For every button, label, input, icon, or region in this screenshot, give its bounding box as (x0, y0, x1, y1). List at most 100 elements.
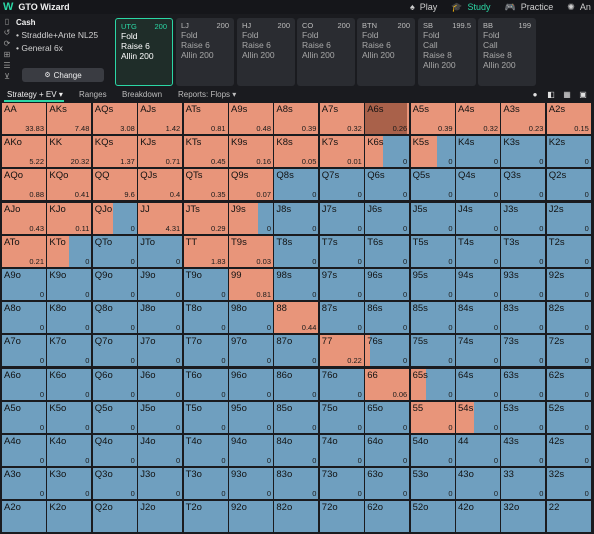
hand-cell-a4s[interactable]: A4s 0.32 (456, 103, 500, 134)
hand-cell-q2o[interactable]: Q2o (92, 501, 137, 533)
hand-cell-k5o[interactable]: K5o 0 (47, 401, 92, 433)
hand-cell-j3o[interactable]: J3o 0 (138, 468, 183, 500)
hand-cell-t2o[interactable]: T2o (183, 501, 228, 533)
hand-cell-a4o[interactable]: A4o 0 (2, 435, 46, 466)
hand-cell-q8s[interactable]: Q8s 0 (274, 169, 319, 201)
hand-cell-t3s[interactable]: T3s 0 (501, 235, 546, 267)
hand-cell-53o[interactable]: 53o 0 (410, 468, 455, 500)
hand-cell-93s[interactable]: 93s 0 (501, 269, 546, 300)
nav-practice[interactable]: 🎮 Practice (505, 2, 554, 13)
hand-cell-43o[interactable]: 43o 0 (456, 468, 500, 500)
tab-ranges[interactable]: Ranges (79, 88, 107, 102)
hand-cell-j5o[interactable]: J5o 0 (138, 401, 183, 433)
hand-cell-k5s[interactable]: K5s 0 (410, 136, 455, 168)
hand-cell-33[interactable]: 33 0 (501, 468, 546, 500)
hand-cell-j7s[interactable]: J7s 0 (319, 202, 364, 234)
hand-cell-a6s[interactable]: A6s 0.26 (365, 103, 410, 134)
hand-cell-t4s[interactable]: T4s 0 (456, 235, 500, 267)
hand-cell-q7o[interactable]: Q7o 0 (92, 335, 137, 367)
hand-cell-94s[interactable]: 94s 0 (456, 269, 500, 300)
position-action[interactable]: Fold (302, 30, 350, 40)
hand-cell-82s[interactable]: 82s 0 (546, 302, 591, 334)
hand-cell-j2o[interactable]: J2o (138, 501, 183, 533)
hand-cell-t3o[interactable]: T3o 0 (183, 468, 228, 500)
hand-cell-q3o[interactable]: Q3o 0 (92, 468, 137, 500)
hand-cell-96s[interactable]: 96s 0 (365, 269, 410, 300)
hand-cell-65s[interactable]: 65s 0 (410, 368, 455, 400)
hand-cell-q7s[interactable]: Q7s 0 (319, 169, 364, 201)
hand-cell-93o[interactable]: 93o 0 (229, 468, 273, 500)
hand-cell-a2o[interactable]: A2o (2, 501, 46, 533)
hand-cell-jto[interactable]: JTo 0 (138, 235, 183, 267)
nav-study[interactable]: 🎓 Study (451, 2, 490, 13)
hand-cell-k7s[interactable]: K7s 0.01 (319, 136, 364, 168)
hand-cell-54s[interactable]: 54s 0 (456, 401, 500, 433)
hand-cell-q5s[interactable]: Q5s 0 (410, 169, 455, 201)
nav-play[interactable]: ♠ Play (410, 2, 437, 12)
hand-cell-kk[interactable]: KK 20.32 (47, 136, 92, 168)
circle-view-icon[interactable]: ● (530, 90, 540, 100)
hand-cell-t5s[interactable]: T5s 0 (410, 235, 455, 267)
hand-cell-53s[interactable]: 53s 0 (501, 401, 546, 433)
hand-cell-aqo[interactable]: AQo 0.88 (2, 169, 46, 201)
hand-cell-kto[interactable]: KTo 0 (47, 235, 92, 267)
hand-cell-k7o[interactable]: K7o 0 (47, 335, 92, 367)
hand-cell-k9s[interactable]: K9s 0.16 (229, 136, 273, 168)
hand-cell-q6o[interactable]: Q6o 0 (92, 368, 137, 400)
hand-cell-97s[interactable]: 97s 0 (319, 269, 364, 300)
hand-cell-j9s[interactable]: J9s 0 (229, 202, 273, 234)
hand-cell-kjo[interactable]: KJo 0.11 (47, 202, 92, 234)
hand-cell-22[interactable]: 22 (546, 501, 591, 533)
bookmark-icon[interactable]: ▯ (0, 16, 14, 27)
hand-cell-a9o[interactable]: A9o 0 (2, 269, 46, 300)
hand-cell-k8o[interactable]: K8o 0 (47, 302, 92, 334)
hand-cell-k3o[interactable]: K3o 0 (47, 468, 92, 500)
hand-cell-62o[interactable]: 62o (365, 501, 410, 533)
hand-cell-75s[interactable]: 75s 0 (410, 335, 455, 367)
hand-cell-83s[interactable]: 83s 0 (501, 302, 546, 334)
position-action[interactable]: Fold (362, 30, 410, 40)
position-action[interactable]: Allin 200 (483, 60, 531, 70)
hand-cell-aqs[interactable]: AQs 3.08 (92, 103, 137, 134)
hand-cell-52o[interactable]: 52o (410, 501, 455, 533)
hand-cell-95o[interactable]: 95o 0 (229, 401, 273, 433)
hand-cell-j8s[interactable]: J8s 0 (274, 202, 319, 234)
position-card-btn[interactable]: BTN 200 Fold Raise 6 Allin 200 (357, 18, 415, 86)
hand-cell-j6s[interactable]: J6s 0 (365, 202, 410, 234)
hand-cell-96o[interactable]: 96o 0 (229, 368, 273, 400)
position-action[interactable]: Allin 200 (181, 50, 229, 60)
hand-cell-63o[interactable]: 63o 0 (365, 468, 410, 500)
hand-cell-72o[interactable]: 72o (319, 501, 364, 533)
hand-cell-a7o[interactable]: A7o 0 (2, 335, 46, 367)
hand-cell-q3s[interactable]: Q3s 0 (501, 169, 546, 201)
hand-cell-aks[interactable]: AKs 7.48 (47, 103, 92, 134)
hand-cell-q5o[interactable]: Q5o 0 (92, 401, 137, 433)
hand-cell-98o[interactable]: 98o 0 (229, 302, 273, 334)
hand-cell-k9o[interactable]: K9o 0 (47, 269, 92, 300)
hand-cell-a3s[interactable]: A3s 0.23 (501, 103, 546, 134)
position-action[interactable]: Fold (423, 30, 471, 40)
position-card-lj[interactable]: LJ 200 Fold Raise 6 Allin 200 (176, 18, 234, 86)
hand-cell-86s[interactable]: 86s 0 (365, 302, 410, 334)
history-icon[interactable]: ↺ (0, 27, 14, 38)
hand-cell-a9s[interactable]: A9s 0.48 (229, 103, 273, 134)
hand-cell-ajs[interactable]: AJs 1.42 (138, 103, 183, 134)
hand-cell-94o[interactable]: 94o 0 (229, 435, 273, 466)
hand-cell-t4o[interactable]: T4o 0 (183, 435, 228, 466)
hand-cell-k3s[interactable]: K3s 0 (501, 136, 546, 168)
hand-cell-66[interactable]: 66 0.06 (365, 368, 410, 400)
hand-cell-74o[interactable]: 74o 0 (319, 435, 364, 466)
hand-cell-42o[interactable]: 42o (456, 501, 500, 533)
hand-cell-q9s[interactable]: Q9s 0.07 (229, 169, 273, 201)
hand-cell-j4o[interactable]: J4o 0 (138, 435, 183, 466)
position-action[interactable]: Allin 200 (121, 51, 167, 61)
tab-reports[interactable]: Reports: Flops ▾ (178, 88, 236, 102)
position-card-sb[interactable]: SB 199.5 Fold Call Raise 8 Allin 200 (418, 18, 476, 86)
hand-cell-k6o[interactable]: K6o 0 (47, 368, 92, 400)
hand-cell-j2s[interactable]: J2s 0 (546, 202, 591, 234)
hand-cell-k8s[interactable]: K8s 0.05 (274, 136, 319, 168)
hand-cell-k4s[interactable]: K4s 0 (456, 136, 500, 168)
hand-cell-kqo[interactable]: KQo 0.41 (47, 169, 92, 201)
position-action[interactable]: Fold (121, 31, 167, 41)
position-action[interactable]: Raise 6 (302, 40, 350, 50)
